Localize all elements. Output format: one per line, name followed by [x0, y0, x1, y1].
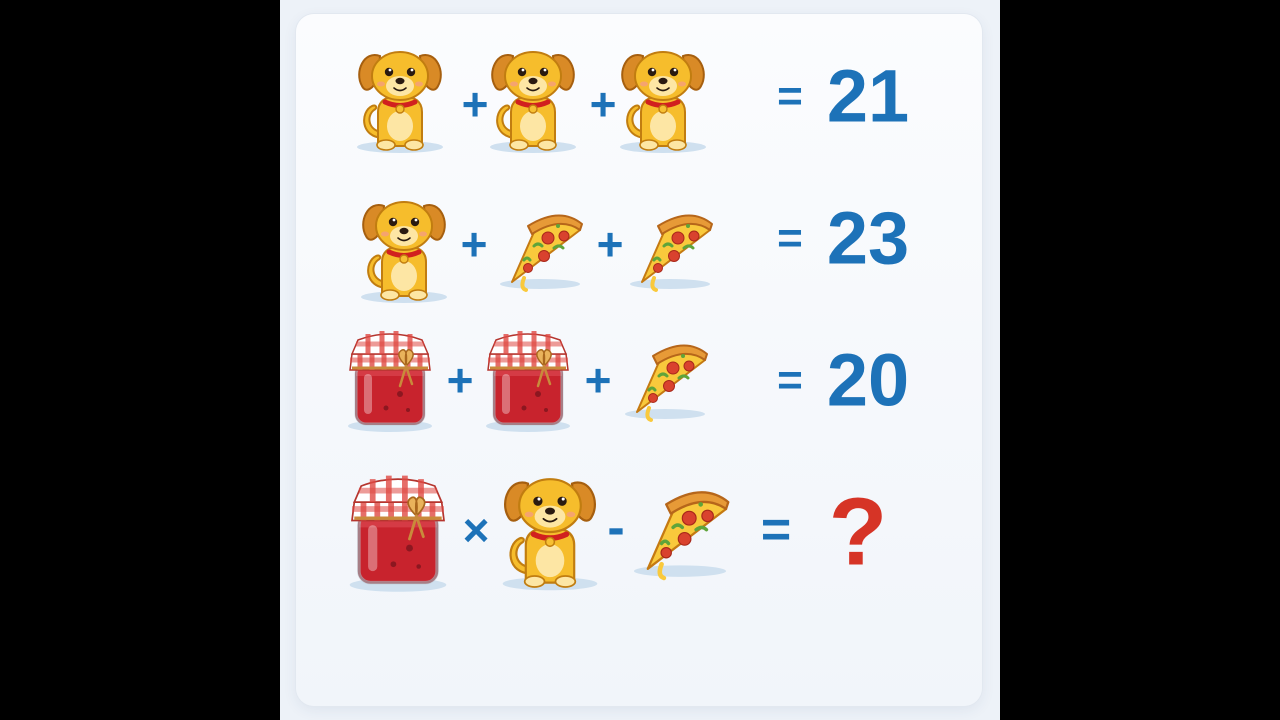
jam-jar-icon	[486, 331, 570, 432]
equation-row: + + = 21	[357, 52, 909, 153]
dog-icon	[503, 479, 598, 590]
pizza-slice-icon	[498, 213, 584, 292]
equals-sign: =	[777, 214, 803, 263]
dog-icon	[361, 202, 447, 303]
equals-sign: =	[761, 501, 791, 559]
pizza-slice-icon	[628, 213, 714, 292]
puzzle-stage: + + = 21 + + = 23 + + = 20 × - =?	[280, 0, 1000, 720]
operator-symbol: +	[447, 354, 474, 406]
operator-symbol: +	[590, 78, 617, 130]
equals-sign: =	[777, 356, 803, 405]
operator-symbol: +	[462, 78, 489, 130]
pizza-slice-icon	[623, 343, 709, 422]
pizza-slice-icon	[634, 492, 728, 578]
puzzle-equations: + + = 21 + + = 23 + + = 20 × - =?	[280, 0, 909, 720]
equation-result: 20	[827, 339, 909, 422]
operator-symbol: +	[585, 354, 612, 406]
equation-row: + + = 23	[361, 197, 909, 304]
jam-jar-icon	[350, 476, 447, 592]
operator-symbol: +	[461, 218, 488, 270]
equation-row: × - =?	[350, 476, 888, 592]
operator-symbol: -	[607, 499, 624, 557]
dog-icon	[357, 52, 443, 153]
equation-result: 21	[827, 55, 909, 138]
equals-sign: =	[777, 72, 803, 121]
equation-row: + + = 20	[348, 331, 909, 432]
operator-symbol: +	[597, 218, 624, 270]
dog-icon	[620, 52, 706, 153]
equation-result: 23	[827, 197, 909, 280]
jam-jar-icon	[348, 331, 432, 432]
operator-symbol: ×	[463, 504, 490, 556]
unknown-answer: ?	[829, 479, 888, 586]
dog-icon	[490, 52, 576, 153]
